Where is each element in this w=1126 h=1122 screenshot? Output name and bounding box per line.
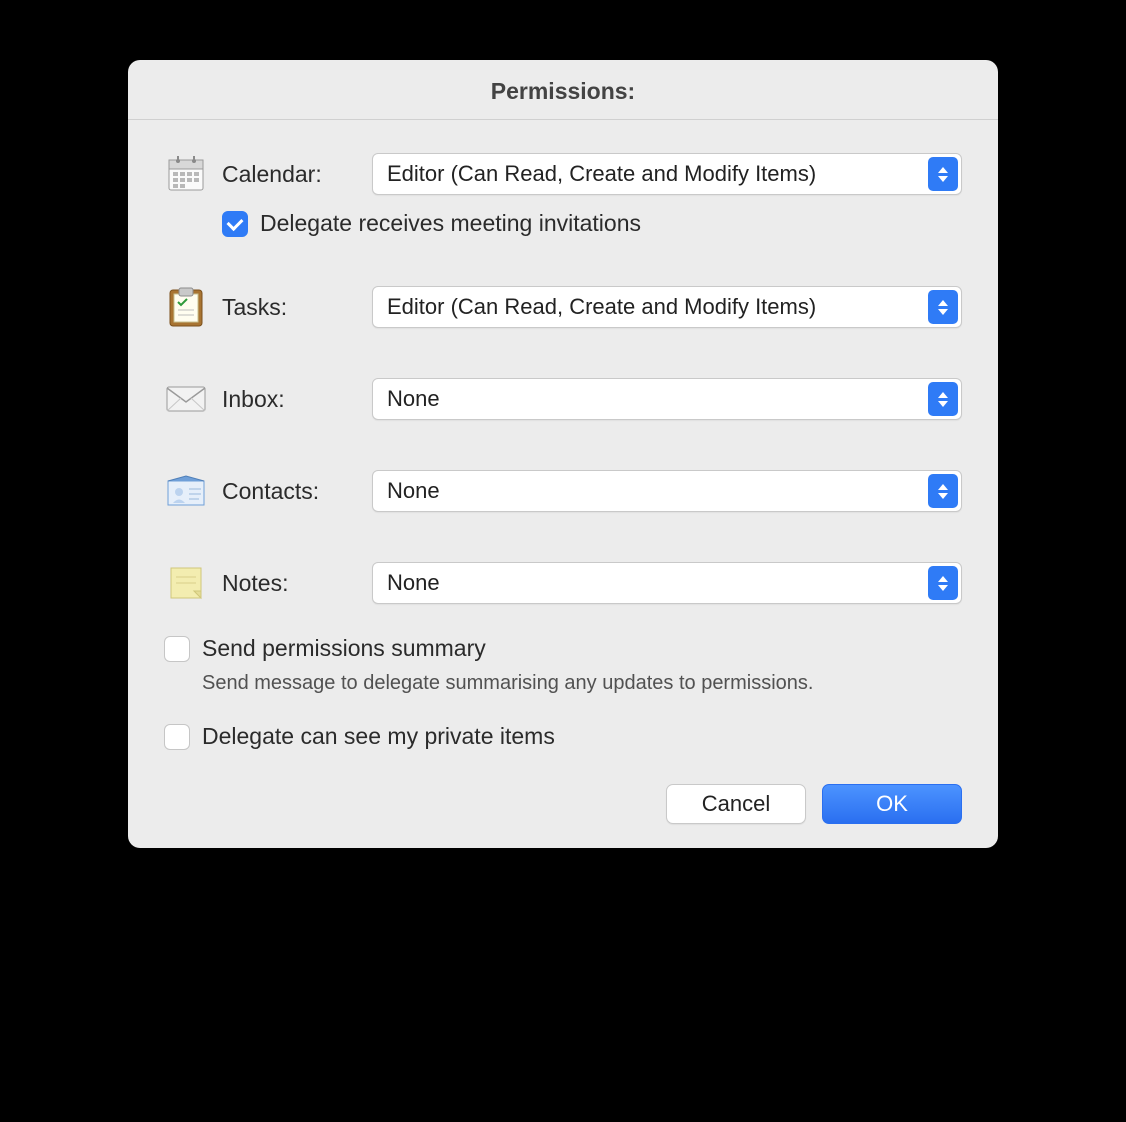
delegate-meetings-checkbox[interactable] [222,211,248,237]
permissions-dialog: Permissions: Calendar: Ed [128,60,998,848]
contacts-label: Contacts: [222,478,372,505]
select-stepper-icon [928,290,958,324]
private-items-checkbox[interactable] [164,724,190,750]
notes-row: Notes: None [164,561,962,605]
tasks-icon [164,285,208,329]
dialog-title: Permissions: [128,78,998,105]
cancel-button-label: Cancel [702,791,770,817]
ok-button-label: OK [876,791,908,817]
send-summary-checkbox[interactable] [164,636,190,662]
send-summary-label: Send permissions summary [202,635,486,662]
private-items-row: Delegate can see my private items [164,723,962,750]
select-stepper-icon [928,474,958,508]
calendar-label: Calendar: [222,161,372,188]
tasks-row: Tasks: Editor (Can Read, Create and Modi… [164,285,962,329]
calendar-row: Calendar: Editor (Can Read, Create and M… [164,152,962,196]
tasks-select[interactable]: Editor (Can Read, Create and Modify Item… [372,286,962,328]
notes-label: Notes: [222,570,372,597]
select-stepper-icon [928,382,958,416]
tasks-select-value: Editor (Can Read, Create and Modify Item… [387,294,816,320]
contacts-row: Contacts: None [164,469,962,513]
tasks-label: Tasks: [222,294,372,321]
notes-icon [164,561,208,605]
send-summary-description: Send message to delegate summarising any… [202,672,962,695]
delegate-meetings-row: Delegate receives meeting invitations [222,210,962,237]
inbox-select[interactable]: None [372,378,962,420]
private-items-label: Delegate can see my private items [202,723,555,750]
send-summary-block: Send permissions summary Send message to… [164,635,962,695]
button-row: Cancel OK [164,780,962,824]
checkmark-icon [227,214,244,231]
contacts-select[interactable]: None [372,470,962,512]
calendar-icon [164,152,208,196]
notes-select[interactable]: None [372,562,962,604]
cancel-button[interactable]: Cancel [666,784,806,824]
inbox-label: Inbox: [222,386,372,413]
select-stepper-icon [928,566,958,600]
select-stepper-icon [928,157,958,191]
inbox-row: Inbox: None [164,377,962,421]
ok-button[interactable]: OK [822,784,962,824]
delegate-meetings-label: Delegate receives meeting invitations [260,210,641,237]
notes-select-value: None [387,570,440,596]
contacts-select-value: None [387,478,440,504]
inbox-select-value: None [387,386,440,412]
send-summary-row: Send permissions summary [164,635,962,662]
dialog-header: Permissions: [128,60,998,120]
contacts-icon [164,469,208,513]
dialog-body: Calendar: Editor (Can Read, Create and M… [128,120,998,848]
calendar-select-value: Editor (Can Read, Create and Modify Item… [387,161,816,187]
calendar-select[interactable]: Editor (Can Read, Create and Modify Item… [372,153,962,195]
inbox-icon [164,377,208,421]
